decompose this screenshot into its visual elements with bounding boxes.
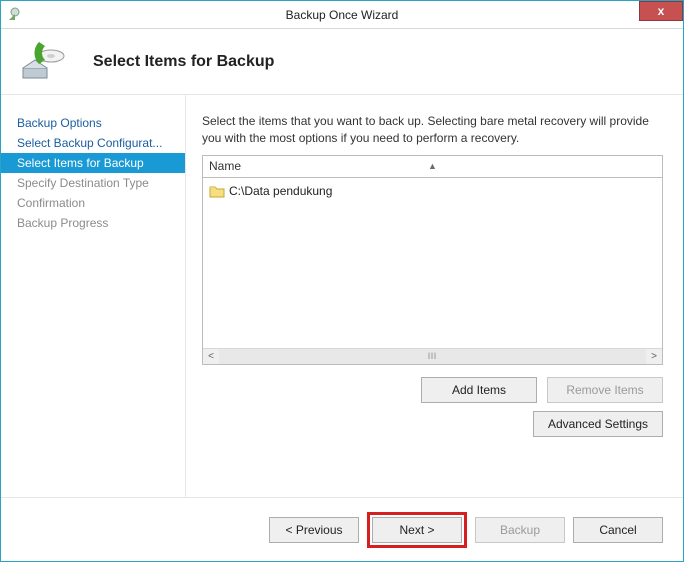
app-icon — [7, 7, 23, 23]
sidebar-item-confirmation: Confirmation — [1, 193, 185, 213]
list-item[interactable]: C:\Data pendukung — [209, 182, 656, 200]
backup-button: Backup — [475, 517, 565, 543]
wizard-header-icon — [17, 38, 65, 86]
sidebar-item-backup-options[interactable]: Backup Options — [1, 113, 185, 133]
scroll-right-icon[interactable]: > — [646, 349, 662, 364]
remove-items-button: Remove Items — [547, 377, 663, 403]
next-button-highlight: Next > — [367, 512, 467, 548]
sidebar-item-progress: Backup Progress — [1, 213, 185, 233]
items-list-content: C:\Data pendukung — [203, 178, 662, 348]
folder-icon — [209, 184, 225, 198]
scroll-left-icon[interactable]: < — [203, 349, 219, 364]
window-title: Backup Once Wizard — [286, 8, 399, 22]
wizard-footer: < Previous Next > Backup Cancel — [1, 497, 683, 561]
sort-asc-icon: ▲ — [428, 161, 437, 171]
wizard-steps-sidebar: Backup Options Select Backup Configurat.… — [1, 95, 185, 497]
column-header-label: Name — [209, 159, 241, 173]
close-button[interactable]: x — [639, 1, 683, 21]
sidebar-item-destination: Specify Destination Type — [1, 173, 185, 193]
items-column-header[interactable]: Name ▲ — [202, 155, 663, 177]
advanced-row: Advanced Settings — [202, 411, 663, 437]
scroll-grip-icon: lll — [428, 351, 437, 361]
titlebar: Backup Once Wizard x — [1, 1, 683, 29]
previous-button[interactable]: < Previous — [269, 517, 359, 543]
add-items-button[interactable]: Add Items — [421, 377, 537, 403]
next-button[interactable]: Next > — [372, 517, 462, 543]
wizard-window: Backup Once Wizard x Select Items for Ba… — [0, 0, 684, 562]
page-title: Select Items for Backup — [93, 53, 274, 71]
horizontal-scrollbar[interactable]: < lll > — [203, 348, 662, 364]
wizard-body: Backup Options Select Backup Configurat.… — [1, 95, 683, 497]
advanced-settings-button[interactable]: Advanced Settings — [533, 411, 663, 437]
scroll-track[interactable]: lll — [219, 349, 646, 364]
cancel-button[interactable]: Cancel — [573, 517, 663, 543]
list-item-label: C:\Data pendukung — [229, 184, 332, 198]
description-text: Select the items that you want to back u… — [202, 113, 663, 147]
page-header: Select Items for Backup — [1, 29, 683, 95]
main-panel: Select the items that you want to back u… — [185, 95, 683, 497]
item-buttons-row: Add Items Remove Items — [202, 377, 663, 403]
sidebar-item-select-items[interactable]: Select Items for Backup — [1, 153, 185, 173]
items-listbox[interactable]: C:\Data pendukung < lll > — [202, 177, 663, 365]
close-icon: x — [658, 4, 665, 18]
sidebar-item-select-config[interactable]: Select Backup Configurat... — [1, 133, 185, 153]
